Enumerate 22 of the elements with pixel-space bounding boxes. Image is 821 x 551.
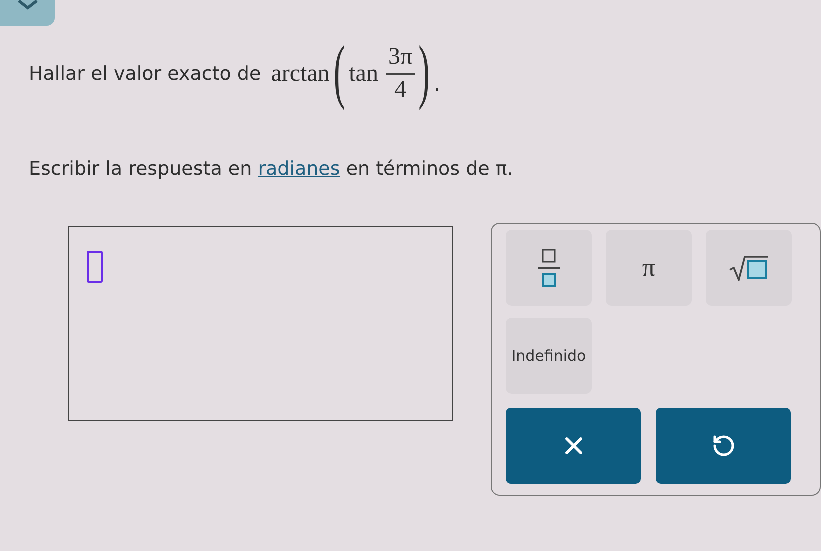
pi-key[interactable]: π [606,230,692,306]
open-parenthesis: ( [334,34,346,114]
top-tab[interactable] [0,0,55,26]
radians-link[interactable]: radianes [258,158,340,180]
answer-field[interactable] [68,226,453,421]
close-parenthesis: ) [418,34,430,114]
undefined-key[interactable]: Indefinido [506,318,592,394]
function-name: tan [349,60,378,88]
undo-button[interactable] [656,408,791,484]
square-root-key[interactable] [706,230,792,306]
input-cursor [87,251,103,283]
denominator: 4 [394,76,407,104]
instruction-text: Escribir la respuesta en radianes en términos de π. [29,158,514,180]
square-root-icon [729,255,769,281]
fraction-icon [537,248,561,288]
period: . [434,72,440,96]
fraction-key[interactable] [506,230,592,306]
chevron-down-icon [16,0,38,10]
numerator: 3π [386,44,415,75]
question-text: Hallar el valor exacto de [29,63,262,85]
function-name: arctan [271,60,330,88]
undo-icon [712,434,736,458]
